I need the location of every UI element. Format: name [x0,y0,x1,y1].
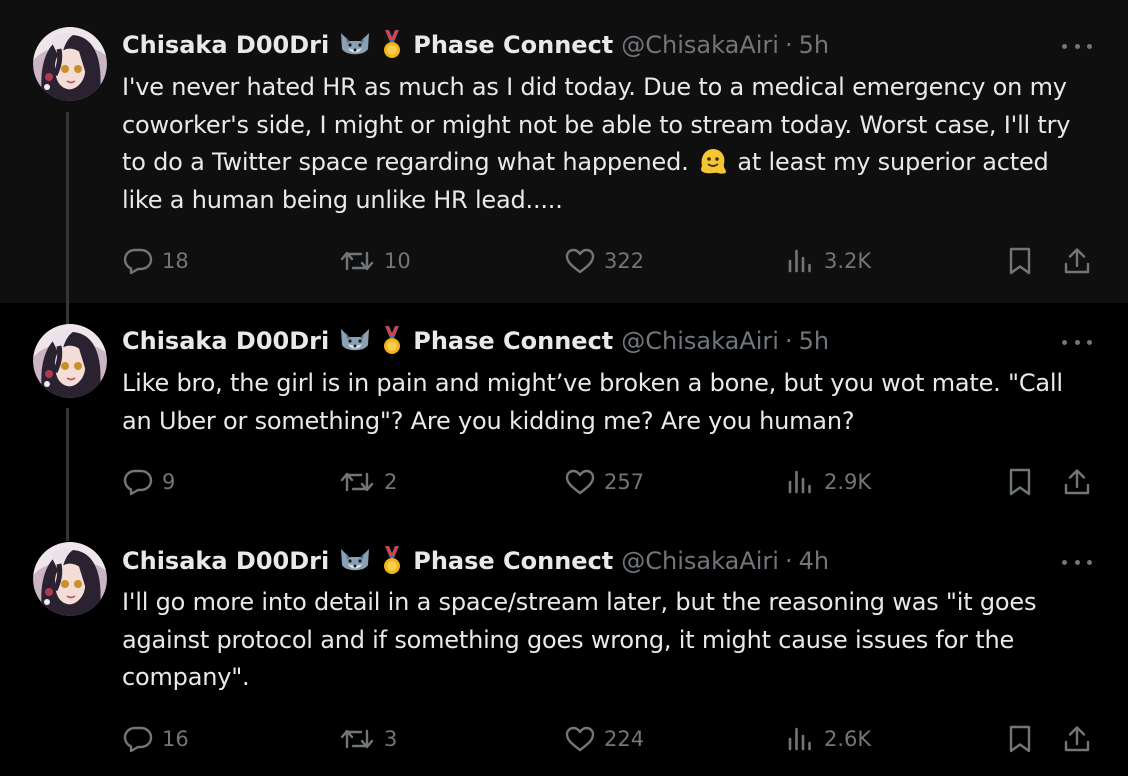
wolf-emoji-icon [337,31,373,59]
bookmark-button[interactable] [1006,722,1034,756]
display-name[interactable]: Chisaka D00Dri [122,31,329,59]
reply-icon [123,726,153,753]
timestamp[interactable]: 4h [799,547,829,575]
display-name[interactable]: Chisaka D00Dri [122,327,329,355]
thread-line [66,112,69,303]
wolf-emoji-icon [337,327,373,355]
share-icon [1064,248,1090,274]
repost-icon [340,251,374,271]
affiliation[interactable]: Phase Connect [413,327,613,355]
tweet-header: Chisaka D00Dri Phase Connect @ChisakaAir… [122,29,829,61]
share-icon [1064,469,1090,495]
bookmark-icon [1009,725,1031,753]
handle[interactable]: @ChisakaAiri [621,327,779,355]
affiliation[interactable]: Phase Connect [413,547,613,575]
thread-line [66,303,69,324]
avatar[interactable] [33,324,107,398]
reply-count: 16 [162,727,189,751]
bookmark-icon [1009,247,1031,275]
avatar[interactable] [33,542,107,616]
reply-icon [123,248,153,275]
share-icon [1064,726,1090,752]
bookmark-button[interactable] [1006,244,1034,278]
like-count: 224 [604,727,645,751]
views-icon [788,727,811,751]
action-bar: 9 2 257 2.9K [120,465,1100,499]
handle[interactable]: @ChisakaAiri [621,547,779,575]
melting-face-emoji-icon [701,149,726,174]
tweet[interactable]: Chisaka D00Dri Phase Connect @ChisakaAir… [0,529,1128,776]
share-button[interactable] [1062,244,1092,278]
like-count: 257 [604,470,645,494]
wolf-emoji-icon [337,547,373,575]
separator: · [784,31,793,59]
like-button[interactable]: 322 [564,244,644,278]
share-button[interactable] [1062,465,1092,499]
bookmark-icon [1009,468,1031,496]
repost-button[interactable]: 10 [338,244,411,278]
thread-line [66,408,69,529]
thread-line [66,529,69,541]
tweet[interactable]: Chisaka D00Dri Phase Connect @ChisakaAir… [0,0,1128,303]
bookmark-button[interactable] [1006,465,1034,499]
repost-count: 3 [384,727,398,751]
views-button[interactable]: 2.6K [786,722,871,756]
affiliation[interactable]: Phase Connect [413,31,613,59]
repost-button[interactable]: 2 [338,465,397,499]
like-button[interactable]: 224 [564,722,644,756]
timestamp[interactable]: 5h [799,327,829,355]
share-button[interactable] [1062,722,1092,756]
repost-count: 2 [384,470,398,494]
display-name[interactable]: Chisaka D00Dri [122,547,329,575]
repost-count: 10 [384,249,411,273]
reply-button[interactable]: 18 [122,244,189,278]
views-icon [788,249,811,273]
medal-emoji-icon [381,546,403,576]
view-count: 2.6K [824,727,872,751]
repost-icon [340,729,374,749]
views-button[interactable]: 2.9K [786,465,871,499]
like-icon [565,248,595,274]
reply-count: 9 [162,470,176,494]
repost-icon [340,472,374,492]
separator: · [784,547,793,575]
like-count: 322 [604,249,645,273]
more-options-icon[interactable] [1062,41,1092,51]
handle[interactable]: @ChisakaAiri [621,31,779,59]
tweet-header: Chisaka D00Dri Phase Connect @ChisakaAir… [122,325,829,357]
reply-button[interactable]: 9 [122,465,175,499]
tweet[interactable]: Chisaka D00Dri Phase Connect @ChisakaAir… [0,303,1128,529]
tweet-text: I'll go more into detail in a space/stre… [122,588,1037,691]
view-count: 3.2K [824,249,872,273]
separator: · [784,327,793,355]
like-button[interactable]: 257 [564,465,644,499]
avatar[interactable] [33,27,107,101]
reply-button[interactable]: 16 [122,722,189,756]
views-button[interactable]: 3.2K [786,244,871,278]
tweet-text: Like bro, the girl is in pain and might’… [122,369,1063,435]
action-bar: 16 3 224 2.6K [120,722,1100,756]
medal-emoji-icon [381,30,403,60]
timestamp[interactable]: 5h [799,31,829,59]
more-options-icon[interactable] [1062,337,1092,347]
medal-emoji-icon [381,326,403,356]
views-icon [788,470,811,494]
more-options-icon[interactable] [1062,557,1092,567]
like-icon [565,469,595,495]
tweet-header: Chisaka D00Dri Phase Connect @ChisakaAir… [122,545,829,577]
view-count: 2.9K [824,470,872,494]
action-bar: 18 10 322 3.2K [120,244,1100,278]
like-icon [565,726,595,752]
repost-button[interactable]: 3 [338,722,397,756]
reply-icon [123,469,153,496]
reply-count: 18 [162,249,189,273]
tweet-text: I've never hated HR as much as I did tod… [122,69,1092,219]
